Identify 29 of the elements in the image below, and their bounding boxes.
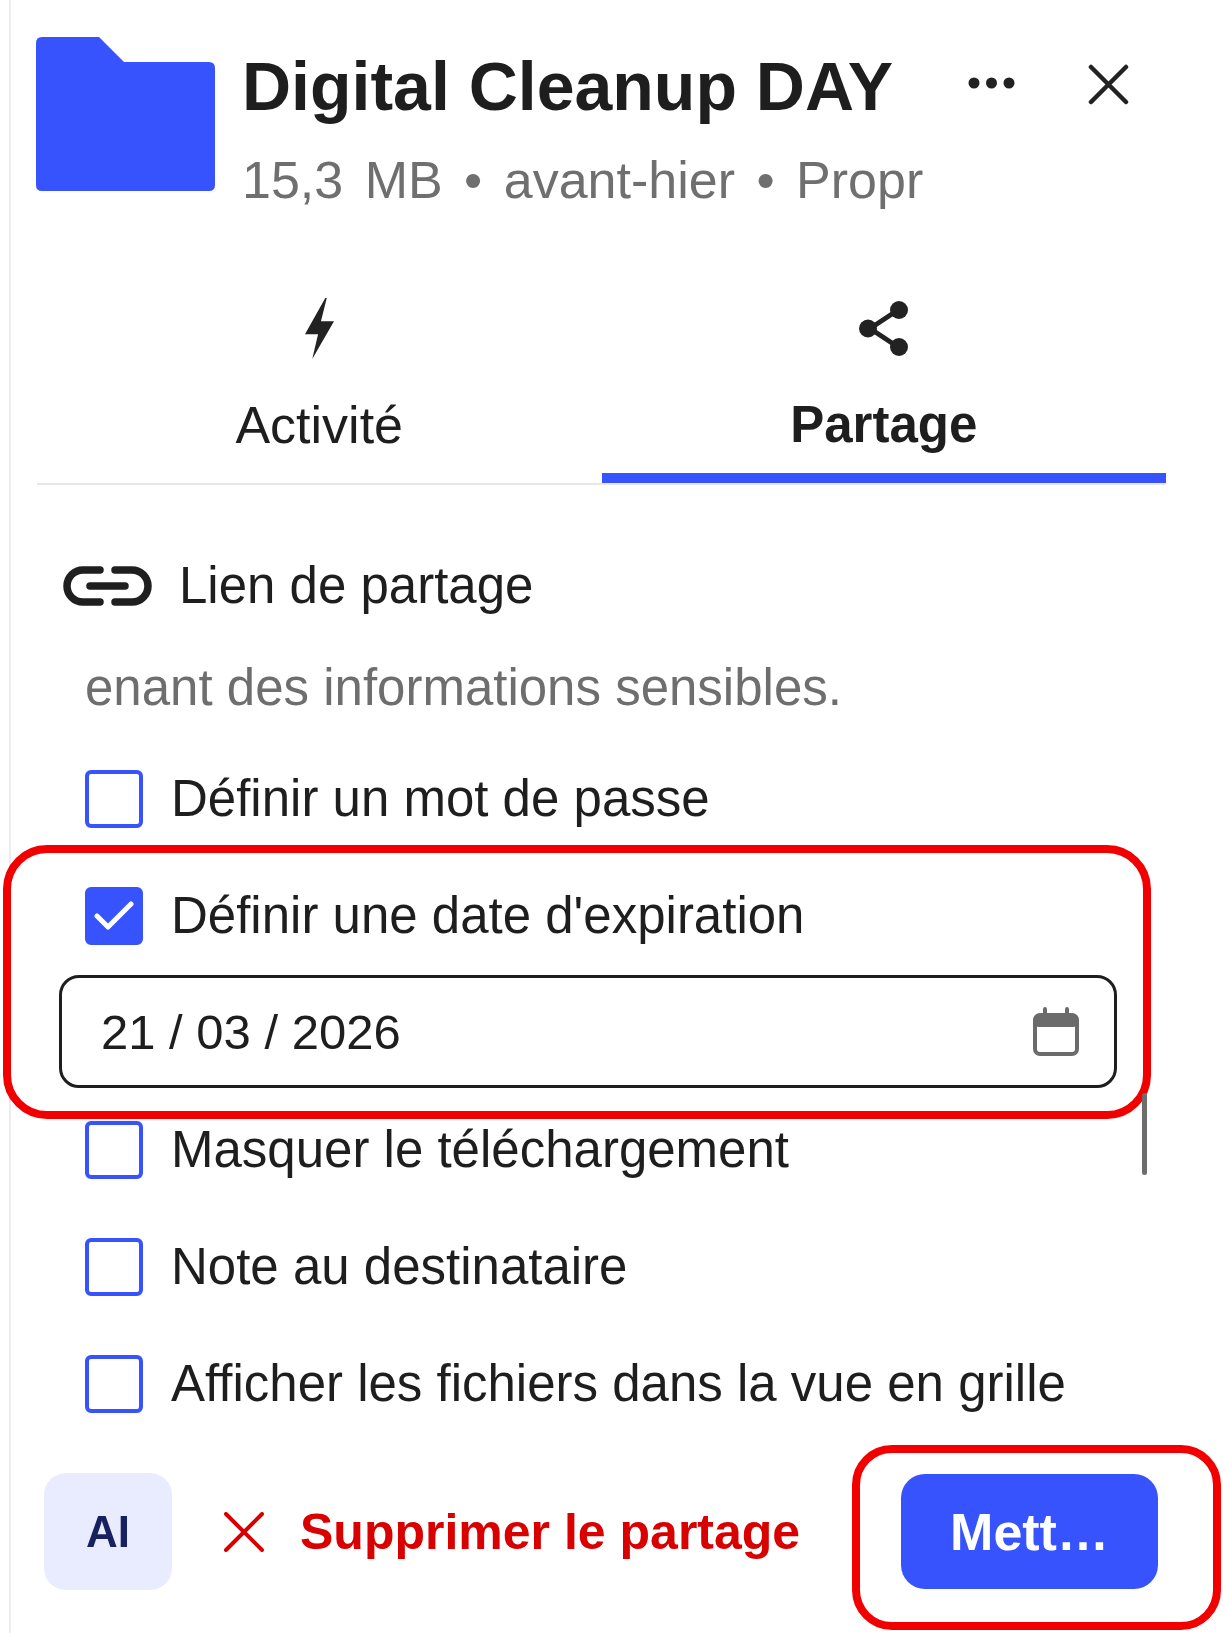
link-icon [62,565,153,607]
checkbox[interactable] [85,1121,143,1179]
ai-button[interactable]: AI [44,1473,172,1590]
file-title: Digital Cleanup DAY [242,47,894,126]
checkbox[interactable] [85,887,143,945]
folder-icon [36,37,215,191]
section-heading: Lien de partage [179,556,534,616]
share-icon [858,300,910,357]
checkbox[interactable] [85,1238,143,1296]
calendar-icon[interactable] [1031,1006,1081,1057]
cross-icon [224,1511,264,1552]
checkbox[interactable] [85,770,143,828]
delete-share-button[interactable]: Supprimer le partage [224,1500,801,1563]
file-meta: 15,3 MB • avant-hier • Propr [242,150,924,211]
tab[interactable]: Activité [37,279,602,483]
tab[interactable]: Partage [601,279,1166,483]
primary-button[interactable]: Mett… [901,1474,1158,1589]
checkmark-icon [94,901,134,931]
checkbox-label[interactable]: Afficher les fichiers dans la vue en grille [171,1353,1066,1415]
hint-text: enant des informations sensibles. [85,658,842,718]
more-icon[interactable] [968,77,1015,89]
close-icon[interactable] [1088,64,1129,105]
date-field[interactable]: 21 / 03 / 2026 [59,975,1117,1088]
checkbox-label[interactable]: Masquer le téléchargement [171,1119,789,1181]
checkbox-label[interactable]: Note au destinataire [171,1236,628,1298]
checkbox-label[interactable]: Définir une date d'expiration [171,885,805,947]
scrollbar-thumb[interactable] [1142,1093,1147,1175]
checkbox-label[interactable]: Définir un mot de passe [171,768,710,830]
checkbox[interactable] [85,1355,143,1413]
